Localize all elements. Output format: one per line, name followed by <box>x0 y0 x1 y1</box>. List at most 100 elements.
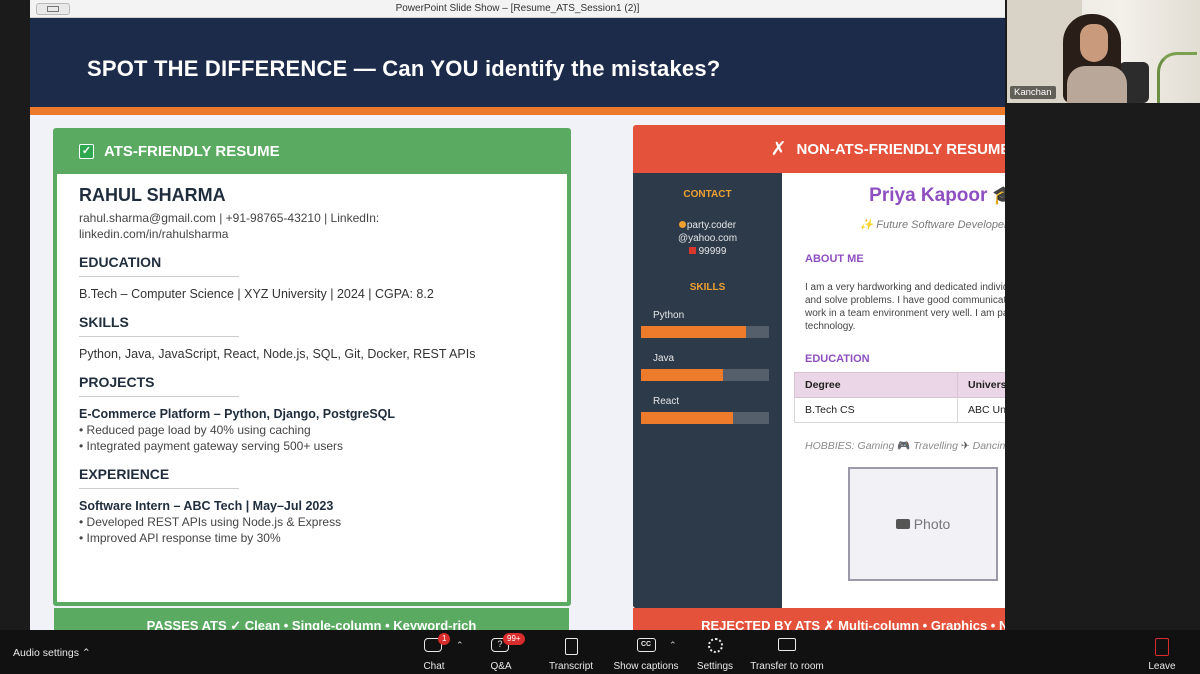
hobby-item: Travelling <box>913 440 958 452</box>
participant-face <box>1080 24 1108 62</box>
resume-sidebar: CONTACT party.coder @yahoo.com 99999 SKI… <box>633 173 782 608</box>
tagline-text: Future Software Developer <box>876 219 1005 231</box>
qa-label: Q&A <box>490 661 512 672</box>
sidebar-heading-contact: CONTACT <box>683 189 732 200</box>
sparkle-icon: ✨ <box>859 219 877 231</box>
presentation-slide: SPOT THE DIFFERENCE — Can YOU identify t… <box>30 18 1005 630</box>
slide-title: SPOT THE DIFFERENCE — Can YOU identify t… <box>87 56 721 81</box>
qa-badge: 99+ <box>503 633 525 645</box>
section-heading-education: EDUCATION <box>805 353 870 365</box>
chat-badge: 1 <box>438 633 451 645</box>
skill-label: React <box>653 396 680 407</box>
accent-strip <box>30 107 1005 115</box>
contact-email-domain: @yahoo.com <box>677 233 738 244</box>
transcript-label: Transcript <box>548 661 594 672</box>
leave-icon <box>1152 638 1172 656</box>
resume-name-text: Priya Kapoor <box>869 185 988 206</box>
participant-body <box>1067 66 1127 103</box>
section-heading-experience: EXPERIENCE <box>79 466 170 482</box>
section-heading-education: EDUCATION <box>79 254 162 270</box>
ats-friendly-card: ✓ ATS-FRIENDLY RESUME RAHUL SHARMA rahul… <box>53 128 571 606</box>
hobbies-label: HOBBIES: <box>805 440 855 452</box>
experience-bullet: • Improved API response time by 30% <box>79 531 281 545</box>
project-bullet: • Reduced page load by 40% using caching <box>79 423 311 437</box>
project-bullet: • Integrated payment gateway serving 500… <box>79 439 344 453</box>
gear-icon <box>705 638 725 656</box>
contact-phone: 99999 <box>698 246 727 257</box>
chat-label: Chat <box>423 661 445 672</box>
project-title: E-Commerce Platform – Python, Django, Po… <box>79 407 396 421</box>
skill-bar <box>641 326 769 338</box>
table-cell: ABC Univ <box>957 397 1005 423</box>
divider <box>79 488 239 489</box>
about-text: I am a very hardworking and dedicated in… <box>805 282 1005 332</box>
audio-settings-button[interactable]: Audio settings ⌃ <box>13 647 91 659</box>
table-cell: B.Tech CS <box>794 397 958 423</box>
divider <box>79 396 239 397</box>
checkmark-icon: ✓ <box>79 143 94 159</box>
plant-image <box>1157 52 1197 103</box>
hobby-item: Dancing <box>972 440 1005 452</box>
table-row: B.Tech CS ABC Univ <box>794 397 1005 423</box>
qa-button[interactable]: ? 99+ Q&A <box>481 633 525 672</box>
participant-video-tile[interactable]: Kanchan <box>1007 0 1200 103</box>
hobbies-line: HOBBIES: Gaming 🎮 Travelling ✈ Dancing 💃 <box>805 439 1005 452</box>
education-table: Degree University B.Tech CS ABC Univ <box>794 372 1005 423</box>
ats-resume-body: RAHUL SHARMA rahul.sharma@gmail.com | +9… <box>57 174 567 602</box>
resume-main: Priya Kapoor 🎓 ✨ Future Software Develope… <box>782 173 1005 608</box>
contact-line: rahul.sharma@gmail.com | +91-98765-43210… <box>79 211 380 225</box>
qa-icon: ? 99+ <box>491 633 525 656</box>
experience-bullet: • Developed REST APIs using Node.js & Ex… <box>79 515 342 529</box>
education-text: B.Tech – Computer Science | XYZ Universi… <box>79 287 434 301</box>
resume-contact: rahul.sharma@gmail.com | +91-98765-43210… <box>79 210 419 242</box>
chevron-up-icon: ⌃ <box>81 647 91 659</box>
contact-line: party.coder <box>633 219 782 232</box>
resume-name: Priya Kapoor 🎓 <box>782 185 1005 207</box>
chat-icon: 1 <box>424 633 451 656</box>
table-header-cell: University <box>957 372 1005 398</box>
skill-bar <box>641 412 769 424</box>
skill-bar-fill <box>641 369 723 381</box>
cross-icon: ✗ <box>770 138 787 160</box>
resume-tagline: ✨ Future Software Developer ✨ <box>782 218 1006 231</box>
divider <box>79 276 239 277</box>
ats-reject-banner: REJECTED BY ATS ✗ Multi-column • Graphic… <box>633 608 1005 630</box>
settings-label: Settings <box>696 661 734 672</box>
gamepad-icon: 🎮 <box>897 440 911 452</box>
experience-title: Software Intern – ABC Tech | May–Jul 202… <box>79 499 334 513</box>
settings-button[interactable]: Settings <box>693 634 737 672</box>
section-heading-skills: SKILLS <box>79 314 129 330</box>
audio-settings-label: Audio settings <box>13 647 79 659</box>
ats-pass-banner: PASSES ATS ✓ Clean • Single-column • Key… <box>54 608 569 630</box>
transcript-button[interactable]: Transcript <box>546 634 596 672</box>
sidebar-heading-skills: SKILLS <box>689 282 726 293</box>
photo-placeholder: Photo <box>848 467 998 581</box>
leave-label: Leave <box>1148 661 1176 672</box>
transcript-icon <box>561 638 581 656</box>
email-icon <box>678 221 686 228</box>
airplane-icon: ✈ <box>960 440 970 452</box>
camera-icon <box>895 519 910 529</box>
chevron-up-icon[interactable]: ⌃ <box>669 640 677 651</box>
non-ats-card-header: ✗ NON-ATS-FRIENDLY RESUME <box>633 125 1005 173</box>
transfer-to-room-button[interactable]: Transfer to room <box>748 634 826 672</box>
table-header-row: Degree University <box>794 372 1005 398</box>
contact-email-user: party.coder <box>686 220 737 231</box>
ats-card-title: ATS-FRIENDLY RESUME <box>104 142 280 160</box>
cast-icon <box>777 638 797 656</box>
ats-card-header: ✓ ATS-FRIENDLY RESUME <box>53 128 571 174</box>
participant-name: Kanchan <box>1010 86 1056 99</box>
skill-label: Java <box>653 353 675 364</box>
non-ats-card: ✗ NON-ATS-FRIENDLY RESUME CONTACT party.… <box>633 125 1005 608</box>
leave-button[interactable]: Leave <box>1145 634 1179 672</box>
slide-header: SPOT THE DIFFERENCE — Can YOU identify t… <box>30 18 1005 107</box>
chevron-up-icon[interactable]: ⌃ <box>456 640 464 651</box>
chat-button[interactable]: 1 Chat <box>414 633 454 672</box>
resume-name: RAHUL SHARMA <box>79 185 226 205</box>
captions-icon: CC <box>636 638 656 656</box>
window-title: PowerPoint Slide Show – [Resume_ATS_Sess… <box>395 3 640 14</box>
skills-text: Python, Java, JavaScript, React, Node.js… <box>79 347 476 361</box>
skill-bar <box>641 369 769 381</box>
skill-label: Python <box>653 310 685 321</box>
contact-line: linkedin.com/in/rahulsharma <box>79 227 229 241</box>
